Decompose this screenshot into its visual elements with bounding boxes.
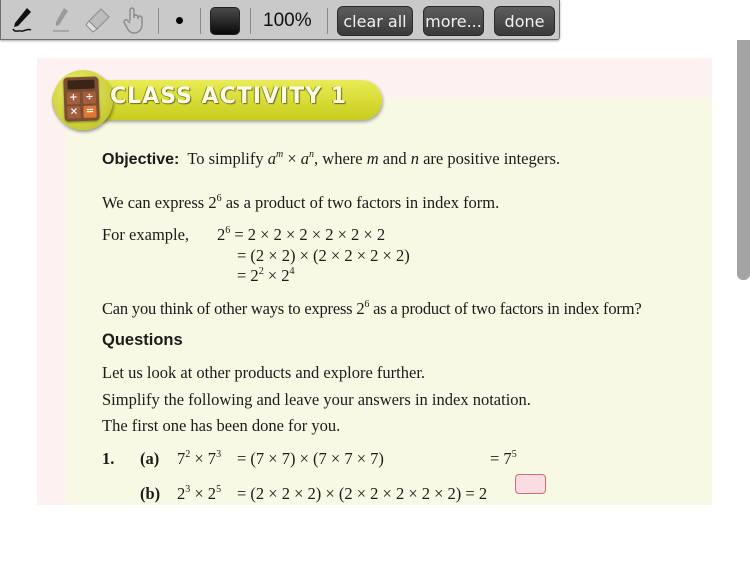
example-line-2: = (2 × 2) × (2 × 2 × 2 × 2) <box>237 246 410 265</box>
objective-label: Objective: <box>102 151 180 168</box>
objective-line: Objective: To simplify am × an, where m … <box>102 149 561 168</box>
toolbar-divider <box>327 8 328 34</box>
calculator-icon: + ÷ × = <box>63 76 100 122</box>
banner-title: CLASS ACTIVITY 1 <box>110 84 348 109</box>
hand-tool-button[interactable] <box>119 5 149 35</box>
question-a-lhs: 72 × 73 <box>177 449 222 468</box>
question-b-label: (b) <box>140 484 161 503</box>
more-button[interactable]: more... <box>423 6 484 36</box>
vertical-scrollbar[interactable] <box>737 40 750 280</box>
question-b-lhs: 23 × 25 <box>177 484 222 503</box>
highlighter-tool-button[interactable] <box>46 5 76 35</box>
question-a-result: = 75 <box>490 449 517 468</box>
example-label: For example, <box>102 225 190 244</box>
zoom-level: 100% <box>263 10 312 31</box>
question-a-label: (a) <box>140 449 160 468</box>
toolbar-divider <box>200 8 201 34</box>
intro-line: The first one has been done for you. <box>102 416 341 435</box>
dot-icon <box>175 16 183 24</box>
color-swatch-button[interactable] <box>210 7 240 35</box>
pen-icon <box>12 8 32 32</box>
pen-tool-button[interactable] <box>6 5 36 35</box>
questions-heading: Questions <box>102 331 183 349</box>
clear-all-button[interactable]: clear all <box>337 6 413 36</box>
think-line: Can you think of other ways to express 2… <box>102 299 642 318</box>
intro-line: Let us look at other products and explor… <box>102 363 426 382</box>
question-b-expansion: = (2 × 2 × 2) × (2 × 2 × 2 × 2 × 2) = 2 <box>237 484 488 503</box>
toolbar-divider <box>158 8 159 34</box>
express-line: We can express 26 as a product of two fa… <box>102 193 500 212</box>
stroke-size-button[interactable] <box>164 5 194 35</box>
question-a-expansion: = (7 × 7) × (7 × 7 × 7) <box>237 449 384 468</box>
example-line-1: 26 = 2 × 2 × 2 × 2 × 2 × 2 <box>217 225 386 244</box>
eraser-tool-button[interactable] <box>83 5 113 35</box>
intro-line: Simplify the following and leave your an… <box>102 390 531 409</box>
answer-input-box[interactable] <box>515 474 546 494</box>
highlighter-icon <box>53 8 69 32</box>
question-number: 1. <box>102 449 115 468</box>
done-button[interactable]: done <box>494 6 555 36</box>
eraser-icon <box>85 8 110 33</box>
hand-icon <box>123 7 143 34</box>
example-line-3: = 22 × 24 <box>237 266 295 285</box>
calculator-screen <box>67 79 95 90</box>
toolbar-divider <box>250 8 251 34</box>
annotation-toolbar: 100% clear all more... done <box>0 0 560 40</box>
